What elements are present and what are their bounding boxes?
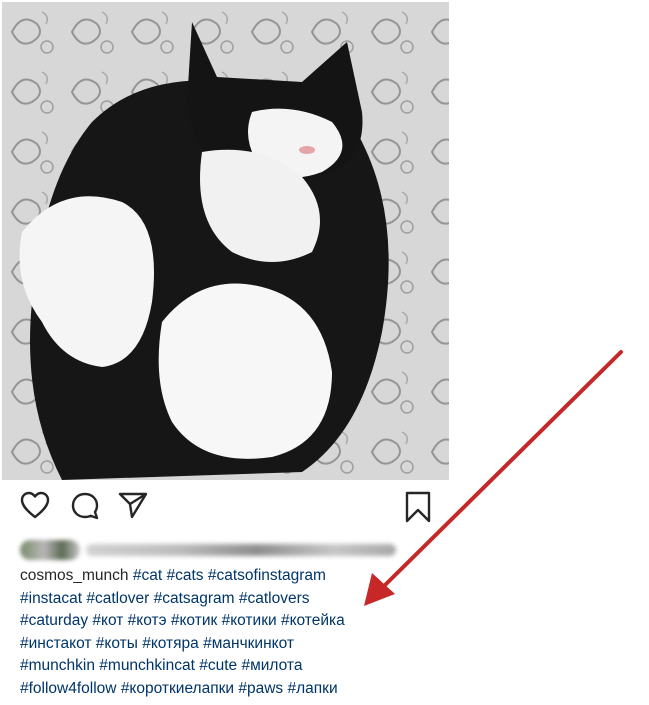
heart-icon[interactable] <box>20 491 50 519</box>
likes-text-blurred <box>86 544 396 556</box>
hashtag-link[interactable]: #инстакот <box>20 635 91 652</box>
post-photo[interactable] <box>2 2 449 480</box>
post-caption: cosmos_munch #cat #cats #catsofinstagram… <box>20 565 440 700</box>
hashtag-link[interactable]: #catlover <box>86 590 149 607</box>
bookmark-icon[interactable] <box>404 491 432 523</box>
hashtag-link[interactable]: #cat <box>133 567 162 584</box>
likes-summary-blurred <box>20 540 400 562</box>
liker-avatars-blurred <box>20 540 80 560</box>
hashtag-link[interactable]: #cute <box>199 657 237 674</box>
caption-line: #instacat #catlover #catsagram #catlover… <box>20 588 440 611</box>
hashtag-link[interactable]: #котейка <box>281 612 345 629</box>
caption-line: #инстакот #коты #котяра #манчкинкот <box>20 633 440 656</box>
hashtag-link[interactable]: #милота <box>241 657 302 674</box>
hashtag-link[interactable]: #catlovers <box>239 590 310 607</box>
hashtag-link[interactable]: #munchkin <box>20 657 95 674</box>
hashtag-link[interactable]: #instacat <box>20 590 82 607</box>
hashtag-link[interactable]: #paws <box>238 680 283 697</box>
hashtag-link[interactable]: #munchkincat <box>99 657 195 674</box>
hashtag-link[interactable]: #манчкинкот <box>203 635 294 652</box>
hashtag-link[interactable]: #коты <box>96 635 138 652</box>
hashtag-link[interactable]: #котяра <box>142 635 199 652</box>
hashtag-link[interactable]: #кот <box>92 612 123 629</box>
hashtag-link[interactable]: #котик <box>171 612 217 629</box>
comment-bubble-icon[interactable] <box>70 491 100 521</box>
hashtag-link[interactable]: #caturday <box>20 612 88 629</box>
hashtag-link[interactable]: #короткиелапки <box>121 680 234 697</box>
username-link[interactable]: cosmos_munch <box>20 567 129 584</box>
hashtag-link[interactable]: #лапки <box>288 680 338 697</box>
hashtag-link[interactable]: #follow4follow <box>20 680 117 697</box>
caption-line: cosmos_munch #cat #cats #catsofinstagram <box>20 565 440 588</box>
paper-plane-icon[interactable] <box>118 491 148 519</box>
caption-line: #caturday #кот #котэ #котик #котики #кот… <box>20 610 440 633</box>
caption-line: #munchkin #munchkincat #cute #милота <box>20 655 440 678</box>
hashtag-link[interactable]: #catsagram <box>154 590 235 607</box>
hashtag-link[interactable]: #котики <box>222 612 277 629</box>
hashtag-link[interactable]: #котэ <box>128 612 167 629</box>
hashtag-link[interactable]: #catsofinstagram <box>208 567 326 584</box>
caption-line: #follow4follow #короткиелапки #paws #лап… <box>20 678 440 701</box>
cat-photo-illustration <box>2 2 449 480</box>
post-action-bar <box>0 485 449 533</box>
hashtag-link[interactable]: #cats <box>166 567 203 584</box>
